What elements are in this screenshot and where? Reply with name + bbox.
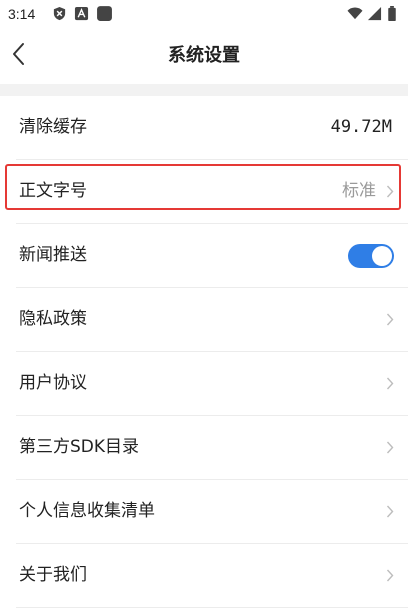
status-bar: 3:14 — [0, 0, 408, 28]
setting-label: 用户协议 — [19, 373, 87, 393]
setting-label: 关于我们 — [19, 565, 87, 585]
chevron-right-icon — [386, 441, 394, 454]
setting-about-us[interactable]: 关于我们 — [16, 544, 408, 608]
chevron-right-icon — [386, 505, 394, 518]
setting-news-push[interactable]: 新闻推送 — [16, 224, 408, 288]
status-time: 3:14 — [8, 6, 36, 22]
setting-clear-cache[interactable]: 清除缓存 49.72M — [16, 96, 408, 160]
setting-label: 第三方SDK目录 — [19, 437, 140, 457]
wifi-icon — [347, 7, 363, 20]
news-push-toggle[interactable] — [348, 244, 394, 268]
header: 系统设置 — [0, 28, 408, 84]
page-title: 系统设置 — [168, 45, 240, 66]
setting-font-size[interactable]: 正文字号 标准 — [16, 160, 408, 224]
settings-list: 清除缓存 49.72M 正文字号 标准 新闻推送 隐私政策 用户协议 第三方SD… — [0, 96, 408, 608]
setting-label: 正文字号 — [19, 181, 87, 201]
battery-icon — [388, 6, 396, 21]
setting-privacy-policy[interactable]: 隐私政策 — [16, 288, 408, 352]
cache-size-value: 49.72M — [330, 117, 392, 137]
setting-third-party-sdk[interactable]: 第三方SDK目录 — [16, 416, 408, 480]
app-square-icon — [97, 6, 112, 21]
signal-icon — [367, 6, 382, 21]
chevron-right-icon — [386, 313, 394, 326]
setting-label: 新闻推送 — [19, 245, 87, 265]
setting-user-agreement[interactable]: 用户协议 — [16, 352, 408, 416]
chevron-right-icon — [386, 377, 394, 390]
setting-label: 隐私政策 — [19, 309, 87, 329]
back-button[interactable] — [6, 34, 34, 74]
font-size-value: 标准 — [342, 181, 376, 201]
section-divider — [0, 84, 408, 96]
font-icon — [74, 6, 89, 21]
shield-icon — [53, 6, 66, 21]
setting-label: 清除缓存 — [19, 117, 87, 137]
setting-personal-info-list[interactable]: 个人信息收集清单 — [16, 480, 408, 544]
chevron-right-icon — [386, 185, 394, 198]
setting-label: 个人信息收集清单 — [19, 501, 155, 521]
toggle-knob — [372, 246, 392, 266]
chevron-right-icon — [386, 569, 394, 582]
chevron-left-icon — [13, 43, 24, 65]
